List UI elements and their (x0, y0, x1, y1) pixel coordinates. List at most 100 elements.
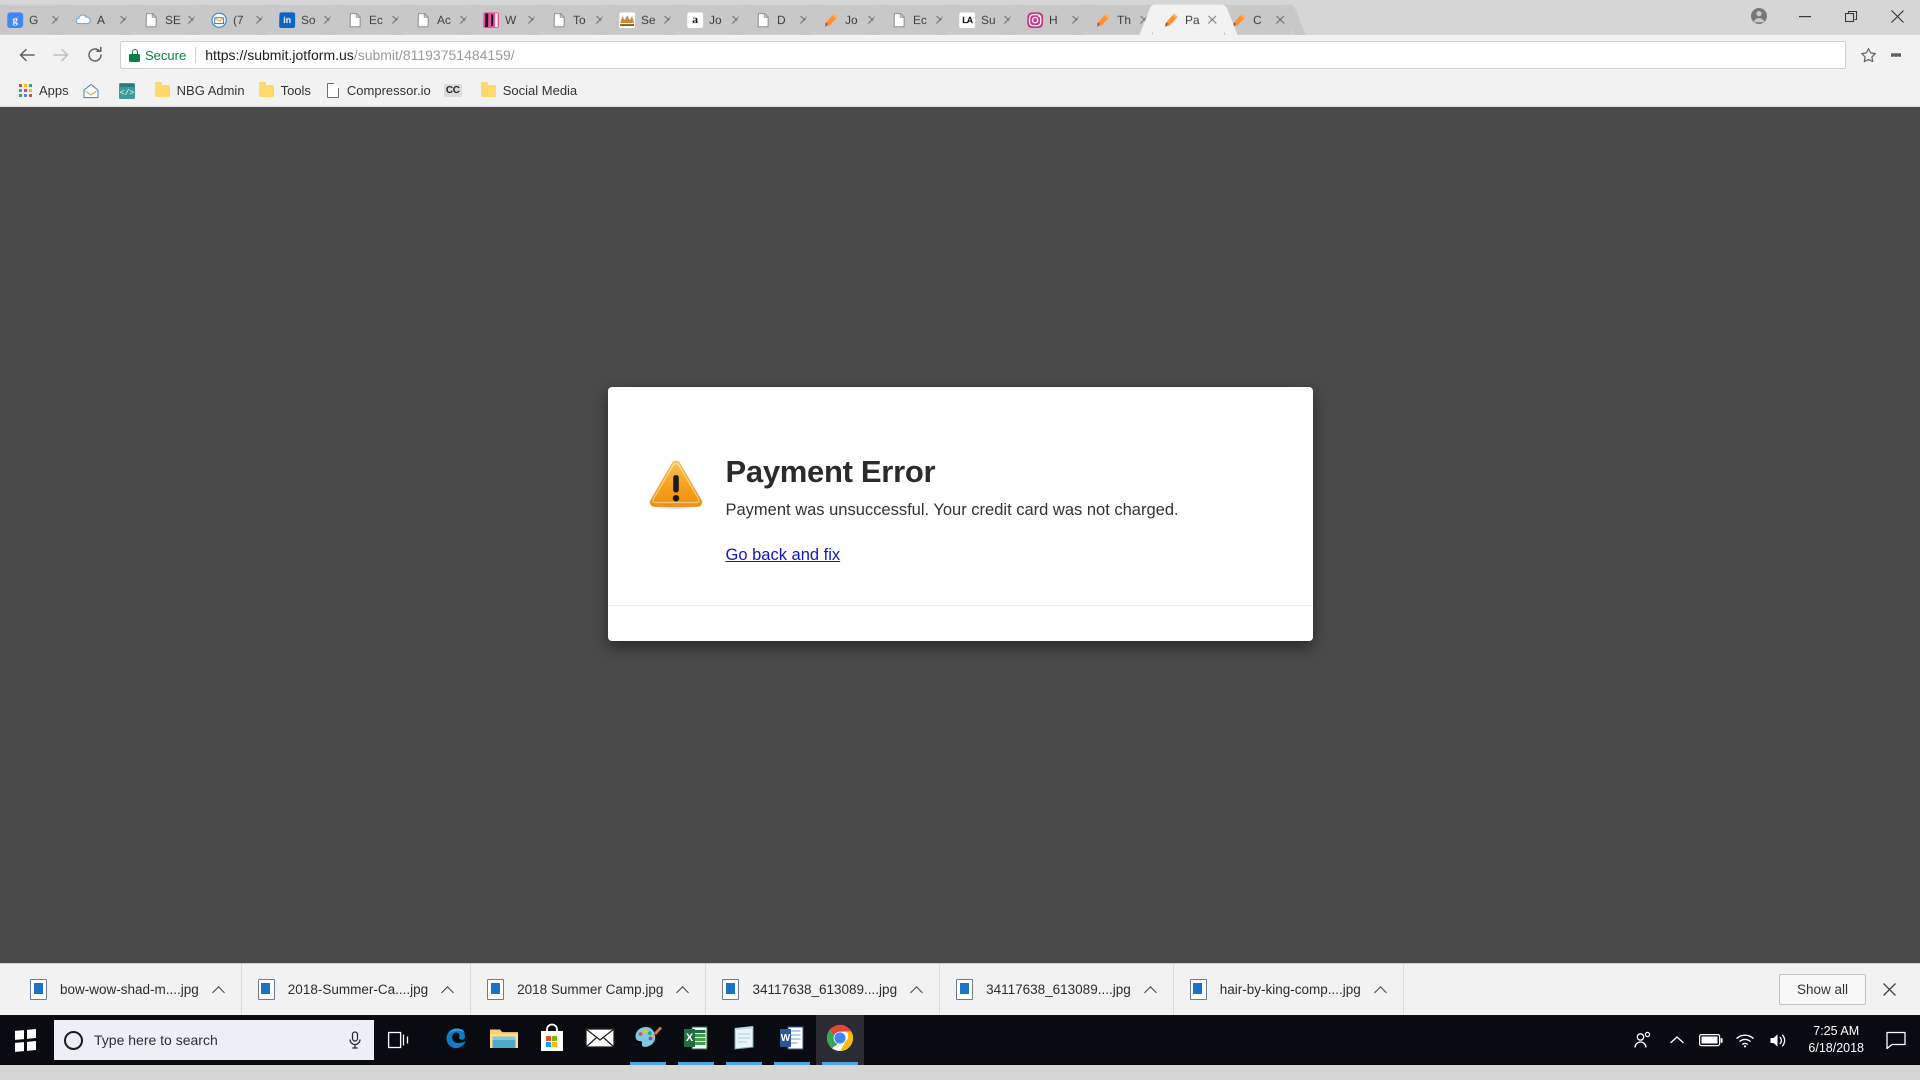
address-bar[interactable]: Secure https://submit.jotform.us/submit/… (120, 41, 1846, 69)
svg-text:X: X (686, 1032, 694, 1044)
reload-icon[interactable] (78, 38, 112, 72)
image-file-icon (487, 979, 505, 1000)
page-title: Payment Error (725, 454, 936, 489)
download-item-list: bow-wow-shad-m....jpg 2018-Summer-Ca....j… (14, 963, 1404, 1016)
download-file-name: 34117638_613089....jpg (986, 982, 1131, 997)
close-downloads-icon[interactable] (1872, 973, 1906, 1007)
download-menu-caret-icon[interactable] (442, 984, 454, 996)
cloud-icon (75, 12, 91, 28)
go-back-and-fix-link[interactable]: Go back and fix (726, 546, 841, 565)
tab-title: A (97, 12, 105, 27)
instagram-icon (1027, 11, 1044, 28)
taskbar-app-microsoft-store[interactable] (528, 1015, 576, 1065)
page-icon (325, 82, 341, 99)
download-item[interactable]: 34117638_613089....jpg (706, 963, 941, 1016)
task-view-icon[interactable] (374, 1015, 424, 1065)
taskbar-app-mail[interactable] (576, 1015, 624, 1065)
battery-icon[interactable] (1694, 1015, 1728, 1065)
action-center-icon[interactable] (1876, 1015, 1916, 1065)
cortana-circle-icon (64, 1030, 83, 1050)
taskbar-app-microsoft-edge[interactable] (432, 1015, 480, 1065)
star-icon[interactable] (1854, 41, 1882, 69)
tab-title: C (1253, 12, 1262, 27)
three-dots-menu-icon[interactable] (1882, 41, 1910, 69)
bookmarks-bar: Apps </> NBG Admin Tools Compressor.io CC Soci… (0, 75, 1920, 107)
taskbar-app-paint-3d[interactable] (624, 1015, 672, 1065)
tab-title: Su (981, 12, 996, 27)
search-input[interactable]: Type here to search (54, 1020, 374, 1060)
download-item[interactable]: bow-wow-shad-m....jpg (14, 963, 242, 1016)
la-icon: LA (959, 11, 976, 28)
jotform-pencil-icon (1095, 12, 1111, 28)
bookmark-item[interactable]: </> (112, 79, 148, 103)
download-menu-caret-icon[interactable] (1375, 984, 1387, 996)
show-hidden-icons-icon[interactable] (1660, 1015, 1694, 1065)
browser-tab[interactable]: Pa (1153, 4, 1224, 35)
secure-label: Secure (145, 47, 187, 63)
wifi-icon[interactable] (1728, 1015, 1762, 1065)
close-icon[interactable] (1874, 0, 1920, 32)
word-icon: W (779, 1024, 805, 1057)
tab-title: W (505, 12, 517, 27)
profile-avatar-icon[interactable] (1736, 0, 1782, 32)
restore-icon[interactable] (1828, 0, 1874, 32)
close-tab-icon[interactable] (1206, 13, 1220, 27)
clock-time: 7:25 AM (1813, 1024, 1860, 1039)
taskbar-app-file-explorer[interactable] (480, 1015, 528, 1065)
browser-tab-strip: g G A SE (7 in So Ec Ac W To Se a Jo D Jo Ec LA Su H Th Pa C (0, 0, 1920, 35)
microsoft-store-icon (539, 1023, 565, 1057)
bookmark-item[interactable]: Social Media (474, 79, 584, 103)
taskbar-app-word[interactable]: W (768, 1015, 816, 1065)
bookmark-item[interactable]: Compressor.io (318, 79, 438, 103)
bookmark-item[interactable]: Apps (10, 79, 76, 103)
microphone-icon[interactable] (346, 1030, 364, 1050)
page-icon (415, 12, 431, 28)
show-all-downloads-button[interactable]: Show all (1778, 974, 1866, 1005)
page-viewport: Payment Error Payment was unsuccessful. … (0, 107, 1920, 963)
page-icon (891, 12, 907, 28)
bookmark-item[interactable]: CC (438, 79, 474, 103)
home-envelope-icon (83, 83, 99, 99)
sticky-notes-icon (731, 1024, 757, 1057)
bookmark-item[interactable]: Tools (252, 79, 318, 103)
bookmark-item[interactable] (76, 79, 112, 103)
clock-date: 6/18/2018 (1808, 1041, 1864, 1055)
taskbar-app-excel[interactable]: X (672, 1015, 720, 1065)
omnibox-divider (195, 47, 197, 63)
tab-title: To (573, 12, 586, 27)
bookmark-item[interactable]: NBG Admin (148, 79, 252, 103)
download-item[interactable]: hair-by-king-comp....jpg (1174, 963, 1404, 1016)
download-menu-caret-icon[interactable] (677, 984, 689, 996)
tab-title: H (1049, 12, 1058, 27)
code-brackets-icon: </> (118, 82, 135, 99)
apps-grid-icon (17, 83, 33, 99)
windows-start-icon[interactable] (0, 1015, 50, 1065)
tab-title: SE (165, 12, 181, 27)
image-file-icon (30, 979, 47, 1000)
download-file-name: bow-wow-shad-m....jpg (60, 982, 199, 997)
paint-3d-icon (633, 1024, 663, 1057)
taskbar-app-sticky-notes[interactable] (720, 1015, 768, 1065)
minimize-icon[interactable] (1782, 0, 1828, 32)
close-tab-icon[interactable] (1274, 13, 1288, 27)
cc-badge-icon: CC (443, 84, 462, 97)
download-menu-caret-icon[interactable] (213, 984, 225, 996)
image-file-icon (722, 979, 740, 1000)
back-arrow-icon[interactable] (10, 38, 44, 72)
url-path: /submit/81193751484159/ (353, 47, 515, 63)
people-icon[interactable] (1626, 1015, 1660, 1065)
tab-list: g G A SE (7 in So Ec Ac W To Se a Jo D Jo Ec LA Su H Th Pa C (0, 0, 1292, 35)
google-chrome-icon (826, 1024, 854, 1057)
download-item[interactable]: 34117638_613089....jpg (940, 963, 1174, 1016)
download-file-name: 2018 Summer Camp.jpg (517, 982, 664, 997)
clock[interactable]: 7:25 AM 6/18/2018 (1796, 1015, 1876, 1065)
taskbar-app-google-chrome[interactable] (816, 1015, 864, 1065)
download-item[interactable]: 2018-Summer-Ca....jpg (242, 963, 472, 1016)
window-controls (1736, 0, 1920, 32)
volume-icon[interactable] (1762, 1015, 1796, 1065)
download-item[interactable]: 2018 Summer Camp.jpg (471, 963, 707, 1016)
svg-text:W: W (781, 1033, 791, 1044)
download-menu-caret-icon[interactable] (911, 984, 923, 996)
download-file-name: hair-by-king-comp....jpg (1219, 982, 1361, 997)
download-menu-caret-icon[interactable] (1145, 984, 1157, 996)
